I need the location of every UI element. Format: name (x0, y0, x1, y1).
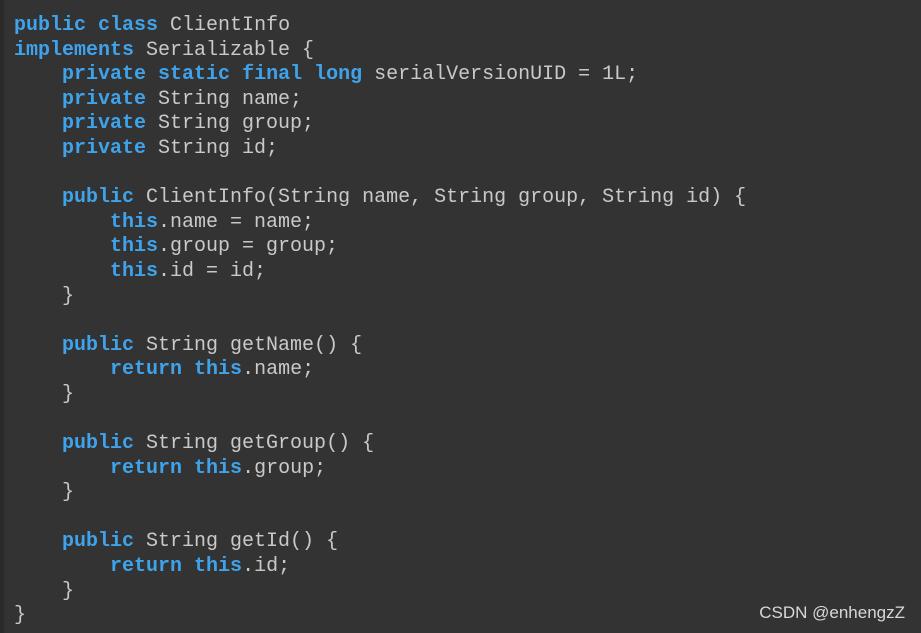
code-text: .group = group; (158, 235, 339, 259)
code-line: this.name = name; (14, 211, 746, 236)
code-text: .name; (242, 358, 315, 382)
code-text: ClientInfo (158, 14, 291, 37)
code-text: serialVersionUID = 1L; (362, 63, 639, 87)
code-line: implements Serializable { (14, 39, 746, 64)
code-text: String id; (146, 136, 279, 160)
code-keyword: static (158, 63, 231, 87)
code-keyword: final (242, 63, 303, 87)
code-line: public class ClientInfo (14, 14, 746, 39)
code-keyword: public (62, 333, 135, 357)
code-text: .name = name; (158, 210, 315, 234)
code-line: return this.name; (14, 358, 746, 383)
code-line: this.id = id; (14, 260, 746, 285)
code-line: return this.id; (14, 555, 746, 580)
code-block: public class ClientInfo implements Serial… (14, 14, 746, 629)
code-text: .id; (242, 555, 291, 579)
code-line: this.group = group; (14, 235, 746, 260)
code-keyword: this (194, 555, 243, 579)
code-text: } (14, 284, 75, 308)
code-keyword: private (62, 112, 147, 136)
code-line: private static final long serialVersionU… (14, 63, 746, 88)
code-text: String getGroup() { (134, 432, 375, 456)
left-border (0, 0, 4, 633)
code-keyword: long (314, 63, 363, 87)
code-keyword: this (194, 456, 243, 480)
watermark: CSDN @enhengzZ (759, 603, 905, 622)
code-keyword: private (62, 63, 147, 87)
code-text: .id = id; (158, 259, 267, 283)
code-line: } (14, 383, 746, 408)
code-keyword: return (110, 456, 183, 480)
code-line: private String id; (14, 137, 746, 162)
code-keyword: public (62, 530, 135, 554)
code-text: } (14, 481, 75, 505)
code-line: } (14, 481, 746, 506)
code-keyword: return (110, 358, 183, 382)
code-text: .group; (242, 456, 327, 480)
code-text: ClientInfo(String name, String group, St… (134, 186, 747, 210)
code-keyword: public (62, 432, 135, 456)
code-keyword: private (62, 136, 147, 160)
code-keyword: this (110, 210, 159, 234)
code-text: String getId() { (134, 530, 339, 554)
code-line: private String name; (14, 88, 746, 113)
code-line: private String group; (14, 112, 746, 137)
code-text: String name; (146, 87, 303, 111)
code-line: return this.group; (14, 457, 746, 482)
code-keyword: class (98, 14, 159, 37)
code-keyword: public (14, 14, 87, 37)
code-line: } (14, 285, 746, 310)
code-keyword: return (110, 555, 183, 579)
code-text: String getName() { (134, 333, 363, 357)
code-text: } (14, 382, 75, 406)
code-keyword: this (110, 235, 159, 259)
code-text: } (14, 604, 27, 628)
code-text: String group; (146, 112, 315, 136)
code-line: public String getName() { (14, 334, 746, 359)
code-line: public String getId() { (14, 530, 746, 555)
code-line: public ClientInfo(String name, String gr… (14, 186, 746, 211)
code-line: } (14, 580, 746, 605)
code-text: } (14, 579, 75, 603)
code-text: Serializable { (134, 38, 315, 62)
code-keyword: this (110, 259, 159, 283)
code-keyword: private (62, 87, 147, 111)
code-line: } (14, 604, 746, 629)
code-keyword: public (62, 186, 135, 210)
code-keyword: implements (14, 38, 135, 62)
code-line: public String getGroup() { (14, 432, 746, 457)
code-keyword: this (194, 358, 243, 382)
